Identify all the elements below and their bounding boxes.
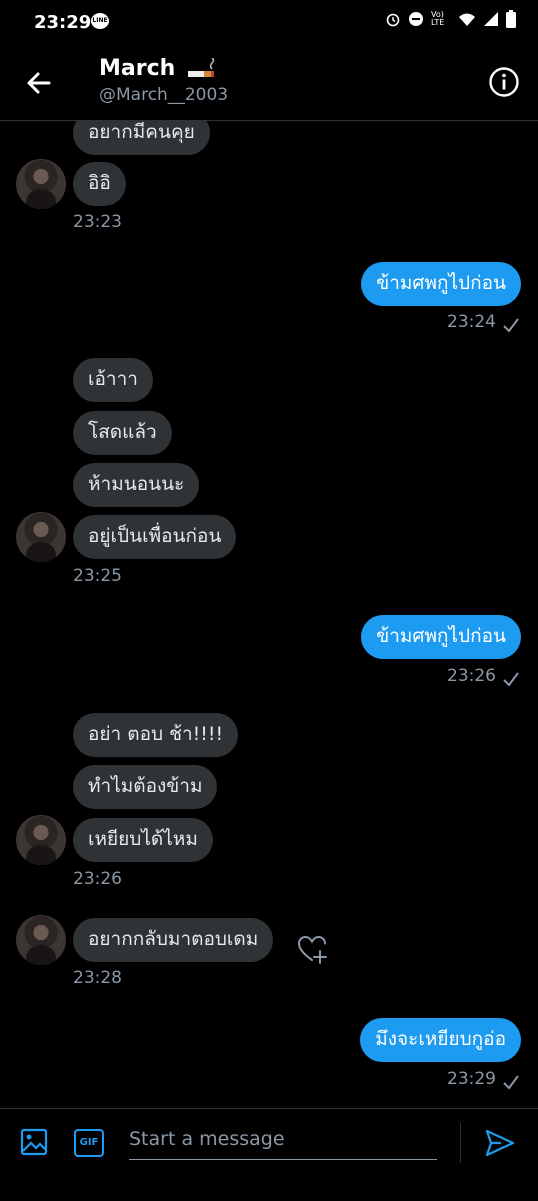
status-icons: Vo) LTE	[385, 10, 516, 28]
message-bubble-incoming[interactable]: เอ้าาา	[73, 358, 153, 402]
message-bubble-incoming[interactable]: ห้ามนอนนะ	[73, 463, 200, 507]
info-icon[interactable]	[488, 66, 520, 98]
contact-name: March	[99, 56, 176, 81]
message-bubble-incoming[interactable]: ทำไมต้องข้าม	[73, 765, 218, 809]
add-reaction-heart-icon[interactable]	[296, 933, 328, 965]
avatar[interactable]	[16, 915, 66, 965]
message-composer: GIF Start a message	[0, 1108, 538, 1201]
wifi-icon	[459, 13, 475, 26]
image-icon[interactable]	[19, 1127, 49, 1157]
message-input[interactable]: Start a message	[129, 1123, 437, 1160]
message-bubble-outgoing[interactable]: ข้ามศพกูไปก่อน	[361, 262, 521, 306]
message-timestamp: 23:25	[73, 566, 122, 586]
status-time: 23:29	[34, 12, 92, 33]
status-bar: 23:29 LINE Vo) LTE	[0, 0, 538, 44]
battery-icon	[506, 10, 516, 28]
avatar[interactable]	[16, 512, 66, 562]
message-timestamp: 23:26	[447, 666, 496, 686]
contact-name-row[interactable]: March	[99, 56, 217, 81]
send-icon[interactable]	[484, 1127, 516, 1159]
signal-icon	[484, 12, 498, 26]
message-timestamp: 23:26	[73, 869, 122, 889]
message-bubble-incoming[interactable]: เหยียบได้ไหม	[73, 818, 213, 862]
message-timestamp: 23:28	[73, 968, 122, 988]
message-timestamp: 23:24	[447, 312, 496, 332]
do-not-disturb-icon	[409, 12, 423, 26]
message-list[interactable]: อยากมีคนคุย อิอิ 23:23 ข้ามศพกูไปก่อน 23…	[0, 121, 538, 1107]
alarm-icon	[386, 13, 400, 27]
message-bubble-outgoing[interactable]: มึงจะเหยียบกูอ่อ	[360, 1018, 521, 1062]
sent-check-icon	[503, 672, 519, 687]
message-bubble-incoming[interactable]: อิอิ	[73, 162, 126, 206]
message-bubble-incoming[interactable]: อยากมีคนคุย	[73, 121, 210, 155]
gif-button[interactable]: GIF	[74, 1129, 104, 1157]
avatar[interactable]	[16, 815, 66, 865]
message-timestamp: 23:29	[447, 1069, 496, 1089]
message-bubble-outgoing[interactable]: ข้ามศพกูไปก่อน	[361, 615, 521, 659]
message-bubble-incoming[interactable]: อยากกลับมาตอบเดม	[73, 918, 274, 962]
message-bubble-incoming[interactable]: โสดแล้ว	[73, 411, 172, 455]
composer-divider	[460, 1123, 461, 1163]
line-app-icon: LINE	[91, 13, 109, 29]
volte-icon: Vo) LTE	[431, 10, 445, 27]
message-bubble-incoming[interactable]: อยู่เป็นเพื่อนก่อน	[73, 515, 237, 559]
message-bubble-incoming[interactable]: อย่า ตอบ ช้า!!!!	[73, 713, 239, 757]
conversation-header: March @March__2003	[0, 44, 538, 121]
message-timestamp: 23:23	[73, 212, 122, 232]
back-arrow-icon[interactable]	[22, 66, 56, 100]
sent-check-icon	[503, 1075, 519, 1090]
cigarette-emoji-icon	[187, 58, 215, 77]
avatar[interactable]	[16, 159, 66, 209]
contact-handle[interactable]: @March__2003	[99, 85, 228, 105]
sent-check-icon	[503, 318, 519, 333]
